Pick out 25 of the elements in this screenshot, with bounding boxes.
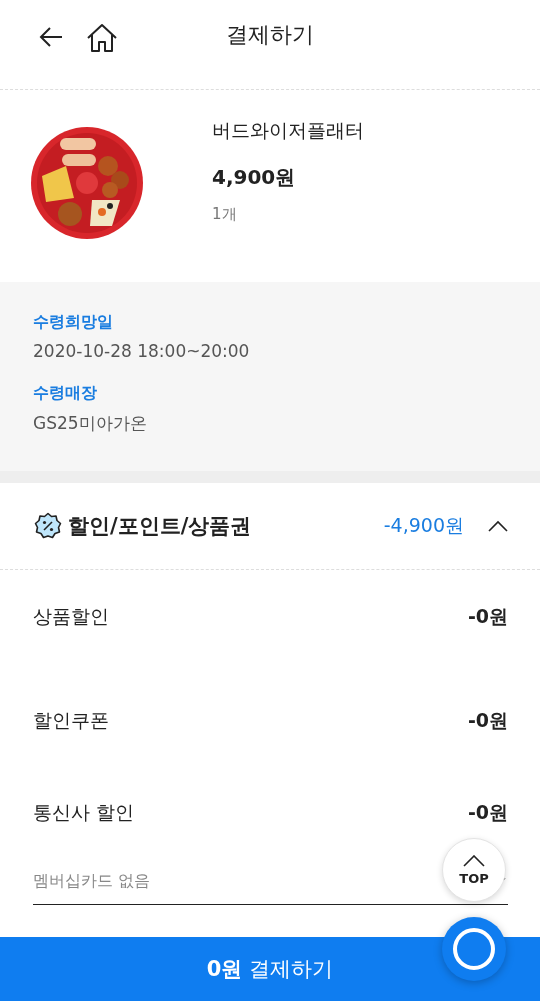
field-value: GS25미아가온 xyxy=(33,412,148,435)
scroll-top-button[interactable]: TOP xyxy=(442,838,506,902)
field-label: 수령희망일 xyxy=(33,312,114,333)
page-title: 결제하기 xyxy=(226,21,314,49)
back-icon[interactable] xyxy=(38,25,64,48)
chevron-icon xyxy=(488,520,508,532)
discount-label: 통신사 할인 xyxy=(33,800,135,825)
discount-label: 상품할인 xyxy=(33,604,109,629)
floating-ring-button[interactable] xyxy=(442,917,506,981)
field-label: 수령매장 xyxy=(33,383,98,404)
discount-badge-icon xyxy=(34,512,62,540)
product-quantity: 1개 xyxy=(212,205,238,224)
field-value: 2020-10-28 18:00~20:00 xyxy=(33,341,251,361)
discount-header[interactable]: 할인/포인트/상품권 -4,900원 xyxy=(0,483,540,570)
product-name: 버드와이저플래터 xyxy=(212,118,364,143)
discount-amount: -0원 xyxy=(467,604,508,629)
product-price: 4,900원 xyxy=(212,164,297,191)
discount-total: -4,900원 xyxy=(383,513,464,538)
home-icon[interactable] xyxy=(86,22,118,53)
discount-amount: -0원 xyxy=(467,708,508,733)
discount-label: 할인쿠폰 xyxy=(33,708,109,733)
pay-button[interactable]: 0원 결제하기 xyxy=(0,937,540,1001)
section-title: 할인/포인트/상품권 xyxy=(68,513,253,540)
discount-amount: -0원 xyxy=(467,800,508,825)
chevron-icon xyxy=(463,854,485,867)
